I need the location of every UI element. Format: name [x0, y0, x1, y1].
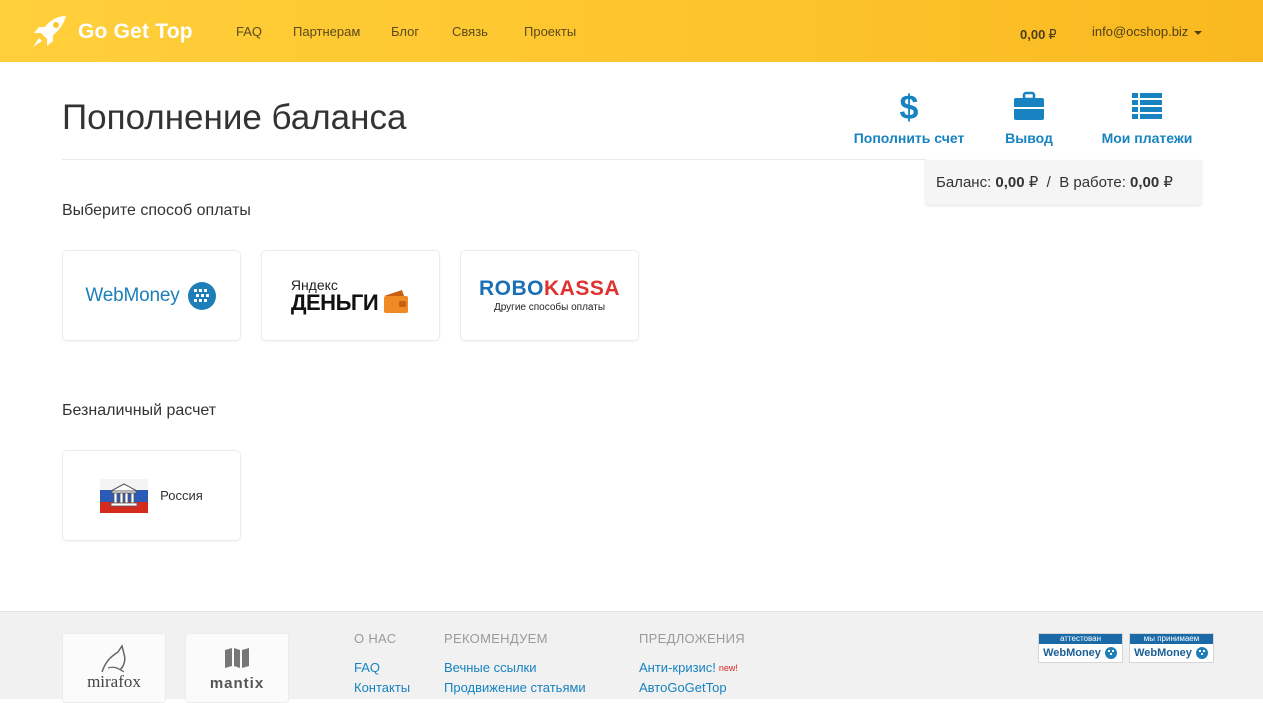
robokassa-kassa: KASSA [543, 277, 620, 300]
rocket-icon [33, 16, 66, 47]
robokassa-logo: ROBOKASSA [479, 278, 620, 300]
withdraw-label: Вывод [1005, 130, 1053, 146]
new-badge: new! [718, 663, 738, 673]
cashless-heading: Безналичный расчет [62, 402, 217, 419]
in-work-label: В работе: [1059, 174, 1126, 191]
payment-method-heading: Выберите способ оплаты [62, 202, 251, 219]
badge-attested-bottom: WebMoney [1043, 647, 1101, 659]
title-divider [62, 159, 926, 160]
withdraw-action[interactable]: Вывод [995, 88, 1063, 146]
footer-link-anti-crisis[interactable]: Анти-кризис! new! [639, 658, 745, 678]
robokassa-option[interactable]: ROBOKASSA Другие способы оплаты [460, 250, 639, 341]
header-balance-currency: ₽ [1048, 27, 1057, 42]
footer-offers-column: ПРЕДЛОЖЕНИЯ Анти-кризис! new! АвтоGoGetTo… [639, 631, 745, 698]
footer-offers-heading: ПРЕДЛОЖЕНИЯ [639, 631, 745, 646]
nav-faq[interactable]: FAQ [236, 24, 262, 39]
header-balance-value: 0,00 [1020, 27, 1046, 42]
balance-value: 0,00 [995, 174, 1025, 191]
webmoney-option[interactable]: WebMoney [62, 250, 241, 341]
dollar-icon: $ [900, 89, 919, 124]
russia-label: Россия [160, 488, 203, 503]
user-menu-dropdown[interactable]: info@ocshop.biz [1092, 24, 1203, 39]
badge-attested-top: аттестован [1039, 634, 1122, 644]
balance-currency: ₽ [1028, 174, 1039, 191]
caret-down-icon [1194, 30, 1203, 35]
footer-recommend-heading: РЕКОМЕНДУЕМ [444, 631, 548, 646]
balance-summary: Баланс: 0,00 ₽ / В работе: 0,00 ₽ [925, 160, 1202, 205]
footer-link-autogogettop[interactable]: АвтоGoGetTop [639, 678, 745, 698]
list-icon [1132, 93, 1162, 119]
footer-link-contacts[interactable]: Контакты [354, 678, 410, 698]
my-payments-label: Мои платежи [1101, 130, 1193, 146]
balance-label: Баланс: [936, 174, 992, 191]
page-title: Пополнение баланса [62, 98, 407, 137]
logo-text: Go Get Top [78, 20, 193, 43]
footer: mirafox mantix О НАС FAQ Контакты РЕКОМЕ… [0, 611, 1263, 703]
yandex-money-option[interactable]: Яндекс ДЕНЬГИ [261, 250, 440, 341]
footer-link-faq[interactable]: FAQ [354, 658, 410, 678]
wallet-icon [384, 289, 409, 313]
footer-about-heading: О НАС [354, 631, 397, 646]
webmoney-attested-badge[interactable]: аттестован WebMoney [1038, 633, 1123, 663]
in-work-currency: ₽ [1163, 174, 1173, 191]
my-payments-action[interactable]: Мои платежи [1096, 88, 1198, 146]
anti-crisis-label: Анти-кризис! [639, 660, 716, 675]
deposit-action[interactable]: $ Пополнить счет [850, 88, 968, 146]
nav-blog[interactable]: Блог [391, 24, 419, 39]
footer-link-eternal-links[interactable]: Вечные ссылки [444, 658, 586, 678]
balance-separator: / [1046, 174, 1051, 191]
robokassa-robo: ROBO [478, 277, 544, 300]
partner-mirafox-label: mirafox [87, 672, 141, 691]
nav-partners[interactable]: Партнерам [293, 24, 360, 39]
webmoney-accept-badge[interactable]: мы принимаем WebMoney [1129, 633, 1214, 663]
user-email: info@ocshop.biz [1092, 24, 1189, 39]
partner-mantix[interactable]: mantix [185, 633, 289, 703]
nav-contact[interactable]: Связь [452, 24, 488, 39]
yandex-label-big: ДЕНЬГИ [290, 289, 379, 315]
webmoney-globe-icon [1195, 647, 1208, 659]
svg-text:$: $ [900, 89, 919, 124]
deposit-label: Пополнить счет [853, 130, 965, 146]
header-balance[interactable]: 0,00 ₽ [1020, 27, 1057, 43]
webmoney-label: WebMoney [85, 284, 180, 306]
partner-mirafox[interactable]: mirafox [62, 633, 166, 703]
robokassa-subtitle: Другие способы оплаты [493, 302, 606, 313]
in-work-value: 0,00 [1130, 174, 1160, 191]
footer-link-article-promotion[interactable]: Продвижение статьями [444, 678, 586, 698]
webmoney-globe-icon [1104, 647, 1117, 659]
badge-accept-top: мы принимаем [1130, 634, 1213, 644]
partner-mantix-label: mantix [209, 675, 265, 692]
webmoney-globe-icon [187, 281, 216, 310]
nav-projects[interactable]: Проекты [524, 24, 576, 39]
top-navbar: Go Get Top FAQ Партнерам Блог Связь Прое… [0, 0, 1263, 62]
mantix-map-icon [225, 648, 249, 668]
russia-bank-flag-icon [100, 478, 149, 513]
site-logo[interactable]: Go Get Top [30, 14, 193, 50]
briefcase-icon [1014, 91, 1044, 120]
footer-about-column: О НАС FAQ Контакты [354, 631, 410, 698]
russia-bank-option[interactable]: Россия [62, 450, 241, 541]
footer-recommend-column: РЕКОМЕНДУЕМ Вечные ссылки Продвижение ст… [444, 631, 586, 698]
badge-accept-bottom: WebMoney [1134, 647, 1192, 659]
